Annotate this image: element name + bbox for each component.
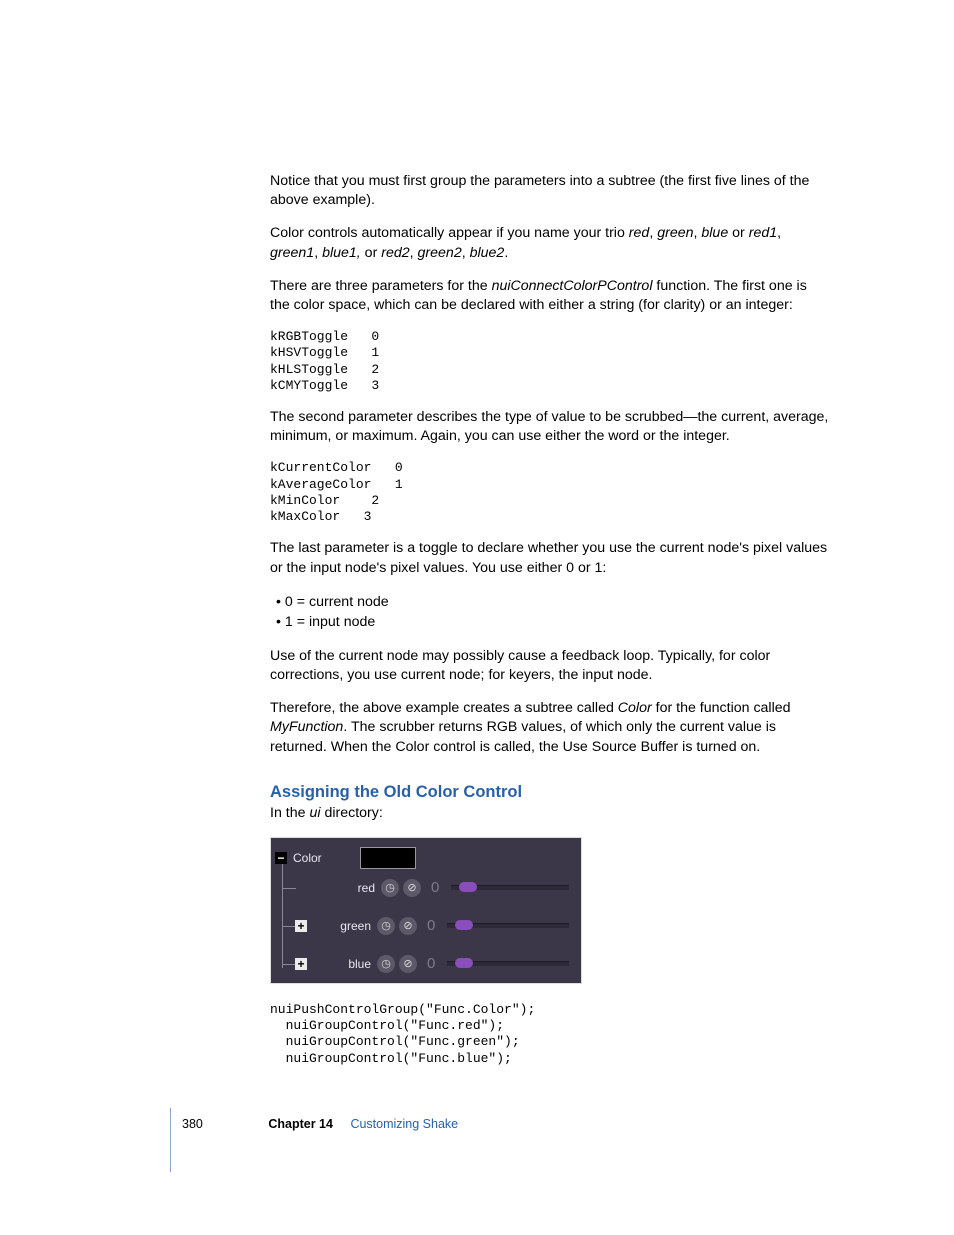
term-myfunction: MyFunction [270, 719, 343, 735]
tree-line [282, 888, 296, 889]
clock-icon[interactable]: ◷ [381, 879, 399, 897]
text: , [777, 225, 781, 241]
text: directory: [321, 805, 383, 821]
expand-icon[interactable]: + [295, 958, 307, 970]
term-color: Color [618, 700, 652, 716]
text: In the [270, 805, 309, 821]
term-blue2: blue2 [470, 245, 505, 261]
code-block: kCurrentColor 0 kAverageColor 1 kMinColo… [270, 460, 830, 525]
text: Color controls automatically appear if y… [270, 225, 629, 241]
term-ui: ui [309, 805, 320, 821]
chapter-title: Customizing Shake [350, 1117, 458, 1131]
paragraph: Therefore, the above example creates a s… [270, 699, 830, 757]
text: Therefore, the above example creates a s… [270, 700, 618, 716]
key-icon[interactable]: ⊘ [399, 917, 417, 935]
color-group-header[interactable]: − Color [275, 844, 581, 872]
collapse-icon[interactable]: − [275, 852, 287, 864]
clock-icon[interactable]: ◷ [377, 955, 395, 973]
text: . The scrubber returns RGB values, of wh… [270, 719, 776, 754]
paragraph: Color controls automatically appear if y… [270, 224, 830, 262]
slider[interactable] [447, 923, 569, 928]
text: or [728, 225, 749, 241]
page-number: 380 [182, 1117, 203, 1131]
term-red1: red1 [749, 225, 777, 241]
term-green2: green2 [418, 245, 462, 261]
text: , [410, 245, 418, 261]
color-control-panel: − Color red ◷ ⊘ 0 + green ◷ ⊘ 0 + blue ◷ [270, 837, 582, 984]
list-item: 1 = input node [276, 612, 830, 633]
code-block: kRGBToggle 0 kHSVToggle 1 kHLSToggle 2 k… [270, 329, 830, 394]
clock-icon[interactable]: ◷ [377, 917, 395, 935]
text: . [504, 245, 508, 261]
param-value[interactable]: 0 [427, 917, 435, 934]
page-footer: 380 Chapter 14 Customizing Shake [182, 1117, 458, 1131]
footer-rule [170, 1108, 171, 1172]
tree-line [282, 926, 296, 927]
color-swatch[interactable] [360, 847, 416, 869]
param-label: red [331, 881, 375, 895]
term-red2: red2 [381, 245, 409, 261]
slider[interactable] [447, 961, 569, 966]
term-green1: green1 [270, 245, 314, 261]
function-name: nuiConnectColorPControl [492, 278, 653, 294]
paragraph: The second parameter describes the type … [270, 408, 830, 446]
tree-line [282, 860, 283, 968]
slider-knob[interactable] [459, 882, 477, 892]
param-row-red: red ◷ ⊘ 0 [331, 874, 581, 902]
param-label: green [327, 919, 371, 933]
key-icon[interactable]: ⊘ [403, 879, 421, 897]
expand-icon[interactable]: + [295, 920, 307, 932]
term-green: green [657, 225, 693, 241]
group-label: Color [293, 851, 322, 865]
paragraph: Use of the current node may possibly cau… [270, 647, 830, 685]
key-icon[interactable]: ⊘ [399, 955, 417, 973]
slider[interactable] [451, 885, 569, 890]
param-row-blue: + blue ◷ ⊘ 0 [295, 950, 581, 978]
bullet-list: 0 = current node 1 = input node [270, 592, 830, 633]
param-value[interactable]: 0 [431, 879, 439, 896]
code-block: nuiPushControlGroup("Func.Color"); nuiGr… [270, 1002, 830, 1067]
term-blue1: blue1, [322, 245, 361, 261]
term-red: red [629, 225, 650, 241]
text: for the function called [652, 700, 791, 716]
list-item: 0 = current node [276, 592, 830, 613]
term-blue: blue [701, 225, 728, 241]
paragraph: The last parameter is a toggle to declar… [270, 539, 830, 577]
text: There are three parameters for the [270, 278, 492, 294]
param-value[interactable]: 0 [427, 955, 435, 972]
paragraph: There are three parameters for the nuiCo… [270, 277, 830, 315]
section-heading: Assigning the Old Color Control [270, 783, 830, 802]
page-content: Notice that you must first group the par… [270, 172, 830, 1081]
paragraph: Notice that you must first group the par… [270, 172, 830, 210]
tree-line [282, 964, 296, 965]
paragraph: In the ui directory: [270, 804, 830, 823]
slider-knob[interactable] [455, 920, 473, 930]
chapter-label: Chapter 14 [268, 1117, 333, 1131]
text: , [462, 245, 470, 261]
param-label: blue [327, 957, 371, 971]
param-row-green: + green ◷ ⊘ 0 [295, 912, 581, 940]
slider-knob[interactable] [455, 958, 473, 968]
text: or [361, 245, 382, 261]
text: , [314, 245, 322, 261]
